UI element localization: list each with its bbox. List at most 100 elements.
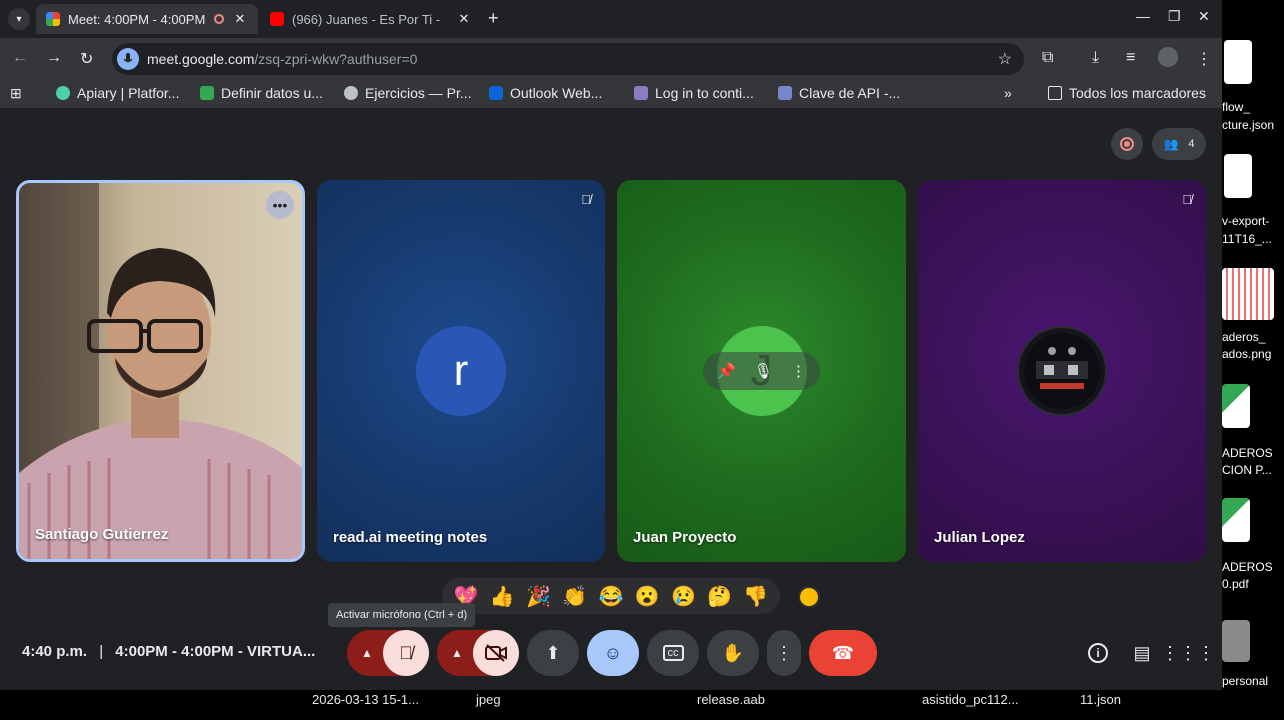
bookmark-item[interactable]: Ejercicios — Pr... [344,85,472,101]
recording-icon [214,14,224,24]
reaction-laugh[interactable]: 😂 [599,584,624,609]
video-feed [19,183,302,559]
tab-title: Meet: 4:00PM - 4:00PM [68,11,206,27]
tab-meet[interactable]: Meet: 4:00PM - 4:00PM ✕ [36,4,258,34]
activities-button[interactable]: ⋮⋮⋮ [1161,630,1215,676]
avatar [1017,326,1107,416]
mic-off-icon: 🎙̸ [399,642,413,663]
mic-toggle-button[interactable]: 🎙̸ [383,630,429,676]
file-thumbnail[interactable] [1222,498,1250,542]
reaction-party[interactable]: 🎉 [526,584,551,609]
tab-search-button[interactable]: ▾ [8,8,30,30]
site-info-icon[interactable] [117,48,139,70]
reaction-thinking[interactable]: 🤔 [707,584,732,609]
chat-icon: ▤ [1133,642,1151,663]
forward-icon[interactable]: → [46,49,62,67]
reload-icon[interactable]: ↻ [80,49,93,69]
chat-button[interactable]: ▤ [1120,630,1164,676]
file-label[interactable]: 2026-03-13 15-1... [312,692,419,707]
all-bookmarks-folder[interactable]: Todos los marcadores [1048,85,1206,101]
profile-avatar[interactable] [1158,47,1178,67]
maximize-icon[interactable]: ❐ [1168,8,1181,25]
participant-name: Santiago Gutierrez [35,526,169,543]
bookmark-item[interactable]: Apiary | Platfor... [56,85,179,101]
participant-tile[interactable]: ••• Santiago Gutierrez [16,180,305,562]
reaction-sad[interactable]: 😢 [671,584,696,609]
participant-count: 4 [1188,138,1195,150]
bookmark-item[interactable]: Outlook Web... [489,85,602,101]
skin-tone-selector[interactable] [798,586,820,608]
back-icon[interactable]: ← [12,49,28,67]
more-vert-icon: ⋮ [775,642,793,663]
participant-tile[interactable]: 🎙̸ Julian Lopez [918,180,1206,562]
pin-icon[interactable]: 📌 [717,362,736,380]
close-tab-icon[interactable]: ✕ [232,11,248,27]
raise-hand-button[interactable]: ✋ [707,630,759,676]
bookmark-label: Apiary | Platfor... [77,85,180,101]
media-control-icon[interactable]: ≡ [1126,49,1135,67]
tab-youtube[interactable]: (966) Juanes - Es Por Ti - ✕ [260,4,482,34]
more-options-icon[interactable]: ⋮ [791,362,806,380]
bookmark-item[interactable]: Clave de API -... [778,85,900,101]
emoji-icon: ☺ [603,642,623,663]
bookmark-favicon-icon [200,86,214,100]
api-key-icon [778,86,792,100]
more-bookmarks-icon[interactable]: » [1004,85,1012,101]
minimize-icon[interactable]: — [1136,8,1150,24]
close-window-icon[interactable]: ✕ [1198,8,1210,25]
desktop-file-label: ados.png [1222,347,1272,361]
file-thumbnail[interactable] [1224,154,1252,198]
file-thumbnail[interactable] [1222,384,1250,428]
leave-call-button[interactable]: ☎ [809,630,877,676]
bookmark-favicon-icon [634,86,648,100]
file-thumbnail[interactable] [1224,40,1252,84]
bookmark-star-icon[interactable]: ☆ [998,49,1012,69]
file-label[interactable]: jpeg [476,692,501,707]
reactions-button[interactable]: ☺ [587,630,639,676]
address-bar[interactable]: meet.google.com/zsq-zpri-wkw?authuser=0 … [112,43,1024,75]
menu-icon[interactable]: ⋮ [1196,49,1212,69]
reaction-surprised[interactable]: 😮 [635,584,660,609]
participant-tile[interactable]: J 📌 🎙 ⋮ Juan Proyecto [617,180,906,562]
present-button[interactable]: ⬆ [527,630,579,676]
file-label[interactable]: 11.json [1080,692,1121,707]
recording-indicator[interactable] [1111,128,1143,160]
desktop-file-label: ADEROS [1222,446,1273,460]
file-label[interactable]: release.aab [697,692,765,707]
bookmark-label: Outlook Web... [510,85,603,101]
more-options-button[interactable]: ⋮ [767,630,801,676]
mic-icon[interactable]: 🎙 [754,362,773,380]
desktop-file-label: 0.pdf [1222,577,1249,591]
meeting-info-button[interactable]: i [1076,630,1120,676]
file-thumbnail[interactable] [1222,620,1250,662]
close-tab-icon[interactable]: ✕ [456,11,472,27]
tab-title: (966) Juanes - Es Por Ti - [292,11,441,27]
camera-toggle-button[interactable] [473,630,519,676]
bookmark-item[interactable]: Log in to conti... [634,85,754,101]
file-label[interactable]: asistido_pc112... [922,692,1019,707]
reaction-thumbs-down[interactable]: 👎 [743,584,768,609]
more-options-icon[interactable]: ••• [266,191,294,219]
reaction-clap[interactable]: 👏 [562,584,587,609]
download-icon[interactable]: ⤓ [1092,49,1099,67]
outlook-icon [489,86,503,100]
desktop-file-label: aderos_ [1222,330,1266,344]
meeting-details: 4:40 p.m. | 4:00PM - 4:00PM - VIRTUA... [22,643,315,660]
captions-button[interactable]: cc [647,630,699,676]
reaction-thumbs-up[interactable]: 👍 [490,584,515,609]
desktop-bottom-files: 2026-03-13 15-1... jpeg release.aab asis… [0,690,1284,720]
file-thumbnail[interactable] [1222,268,1274,320]
folder-icon [1048,86,1062,100]
participant-tile[interactable]: 🎙̸ r read.ai meeting notes [317,180,605,562]
chevron-up-icon: ▲ [451,646,463,660]
new-tab-icon[interactable]: + [488,8,499,29]
url-text: meet.google.com/zsq-zpri-wkw?authuser=0 [147,51,998,67]
apps-icon[interactable]: ⊞ [10,85,22,102]
meeting-title: 4:00PM - 4:00PM - VIRTUA... [115,643,316,660]
participants-button[interactable]: 👥 4 [1152,128,1206,160]
youtube-favicon-icon [270,12,284,26]
bookmark-item[interactable]: Definir datos u... [200,85,323,101]
extensions-icon[interactable]: ⧉ [1042,49,1053,67]
bookmark-label: Definir datos u... [221,85,323,101]
avatar: r [416,326,506,416]
